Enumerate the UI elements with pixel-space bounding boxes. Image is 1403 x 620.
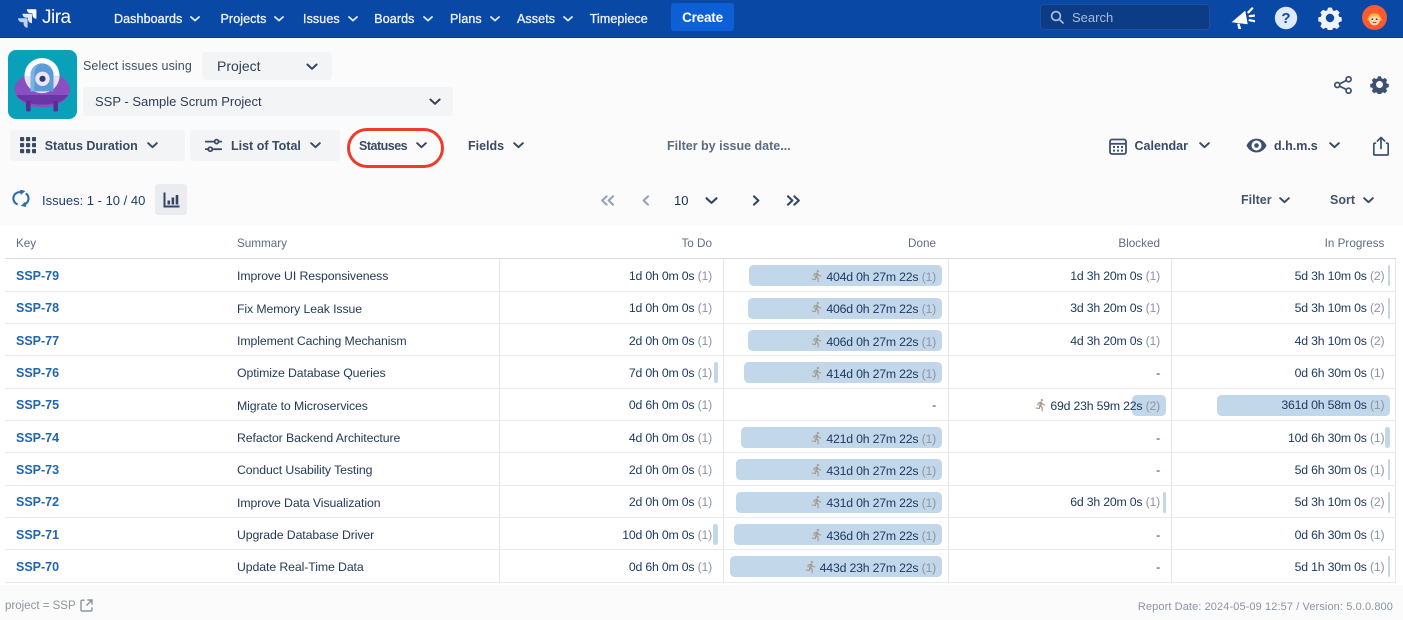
svg-text:?: ?: [1281, 10, 1290, 27]
